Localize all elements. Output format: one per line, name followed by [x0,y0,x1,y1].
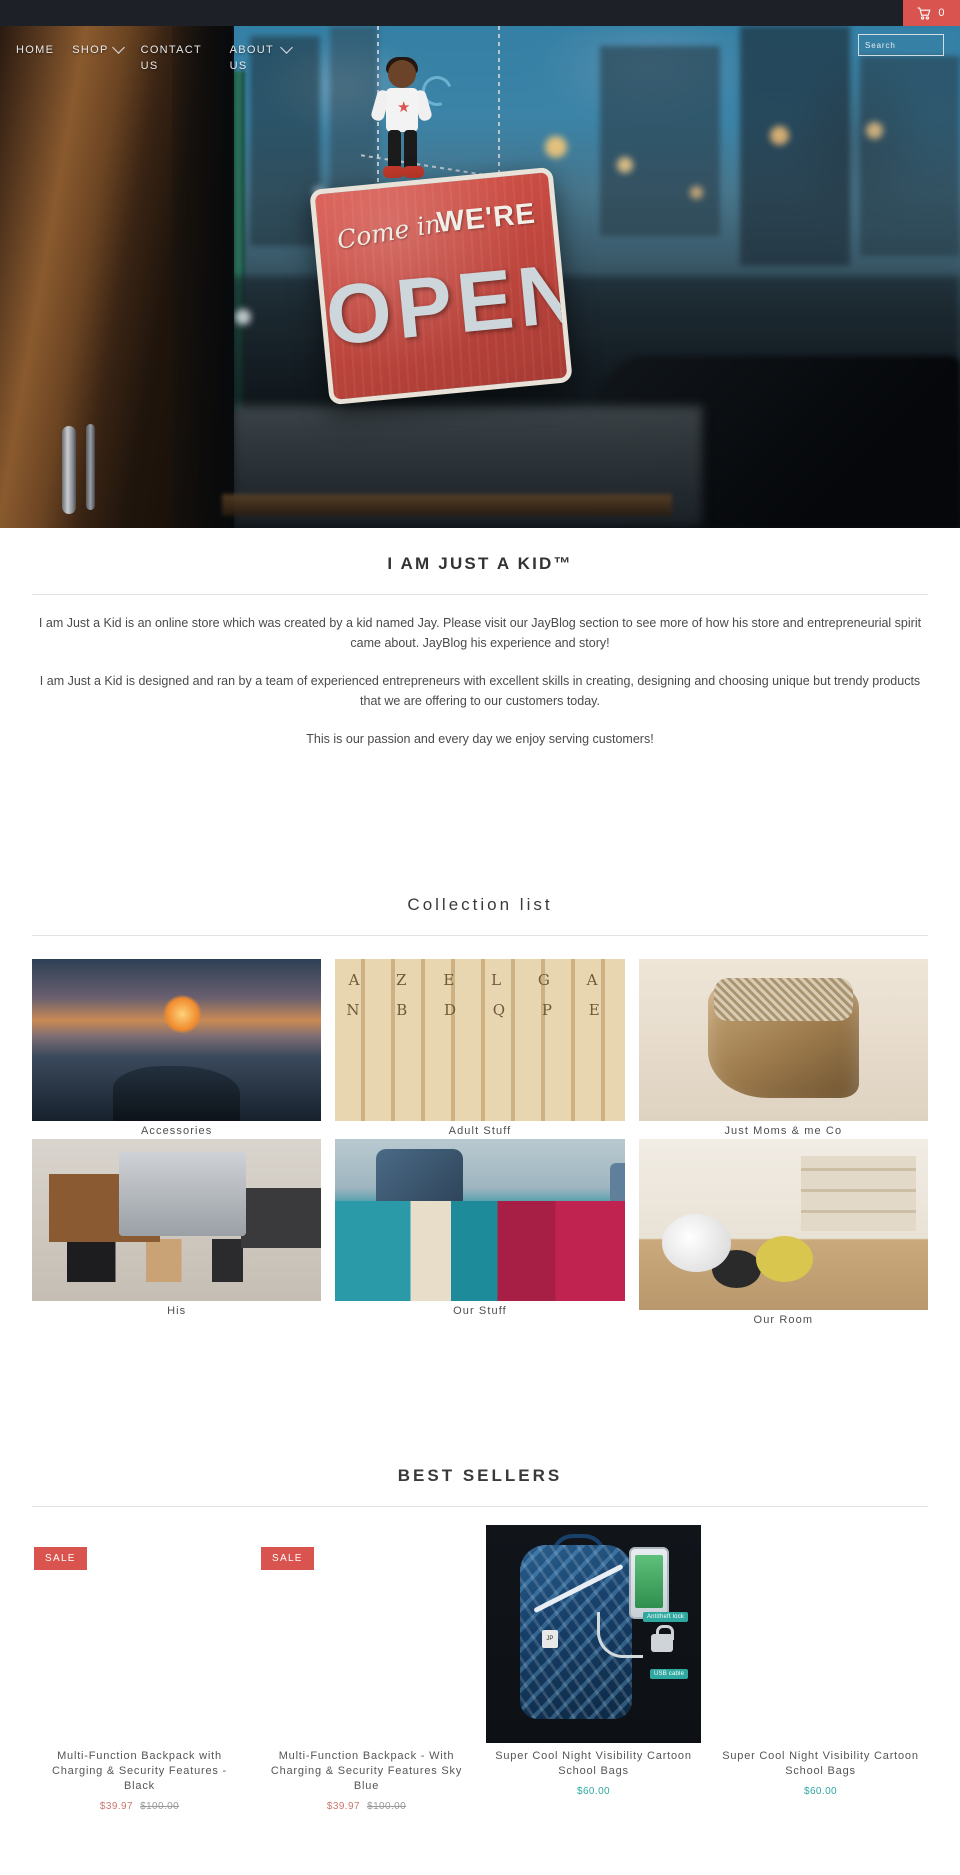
hero-window-sill [222,494,672,516]
product-media: SALE [259,1547,474,1743]
top-bar: 0 [0,0,960,26]
sign-open-text: OPEN [321,244,573,363]
nav-item-contact-us-label: CONTACT US [140,44,202,72]
kid-star-icon: ★ [397,99,411,116]
kid-leg-left [388,130,401,170]
product-price: $60.00 [713,1786,928,1797]
product-card[interactable]: Super Cool Night Visibility Cartoon Scho… [713,1547,928,1812]
nav-item-shop-label: SHOP [72,44,109,56]
about-section: I AM JUST A KID™ I am Just a Kid is an o… [0,528,960,749]
section-divider [32,935,928,936]
collection-card-our-stuff[interactable]: Our Stuff [335,1139,625,1328]
collection-list-section: Collection list Accessories Adult Stuff … [0,895,960,1328]
hero-bokeh-light [235,309,251,325]
product-card[interactable]: SALE Multi-Function Backpack - With Char… [259,1547,474,1812]
product-sale-price: $39.97 [99,1801,133,1812]
product-compare-price: $100.00 [140,1801,180,1812]
nav-item-about-us[interactable]: ABOUT US [230,38,302,78]
collection-image-adult-stuff [335,959,625,1121]
product-price: $39.97 $100.00 [32,1801,247,1812]
product-card[interactable]: JP Antitheft lock USB cable Super Cool N… [486,1525,701,1812]
collection-card-adult-stuff[interactable]: Adult Stuff [335,959,625,1139]
hero-banner: ★ Come in WE'RE OPEN [0,26,960,528]
antitheft-lock-label: Antitheft lock [642,1612,689,1623]
hero-bokeh-light [617,157,633,173]
chevron-down-icon [111,41,125,54]
sale-badge: SALE [34,1547,87,1570]
kid-leg-right [404,130,417,170]
nav-links: HOME SHOP CONTACT US ABOUT US [16,38,944,78]
nav-item-contact-us[interactable]: CONTACT US [141,38,201,78]
hero-door-frame [0,26,234,528]
best-sellers-section: BEST SELLERS SALE Multi-Function Backpac… [0,1466,960,1812]
product-media [713,1547,928,1743]
collection-image-our-room [638,1139,928,1310]
product-title: Multi-Function Backpack with Charging & … [51,1750,227,1792]
product-image-backpack: JP Antitheft lock USB cable [486,1525,701,1743]
search-input[interactable] [865,40,960,50]
hero-door-handle [62,426,76,514]
product-price: $39.97 $100.00 [259,1801,474,1812]
product-grid: SALE Multi-Function Backpack with Chargi… [0,1525,960,1812]
product-media: SALE [32,1547,247,1743]
main-navigation: HOME SHOP CONTACT US ABOUT US [0,26,960,86]
product-price: $60.00 [486,1786,701,1797]
section-divider [32,1506,928,1507]
nav-item-home[interactable]: HOME [16,38,65,62]
product-title: Super Cool Night Visibility Cartoon Scho… [495,1750,692,1777]
product-sale-price: $39.97 [326,1801,360,1812]
about-paragraph-2: I am Just a Kid is designed and ran by a… [39,674,921,708]
section-divider [32,594,928,595]
usb-cable-label: USB cable [649,1668,689,1679]
collection-image-his [32,1139,322,1301]
nav-item-home-label: HOME [16,44,55,56]
product-media: JP Antitheft lock USB cable [486,1525,701,1743]
cart-count: 0 [938,7,945,19]
collection-grid: Accessories Adult Stuff Just Moms & me C… [0,959,960,1328]
product-card[interactable]: SALE Multi-Function Backpack with Chargi… [32,1547,247,1812]
product-title: Multi-Function Backpack - With Charging … [270,1750,463,1792]
hero-bokeh-light [866,122,883,139]
hero-open-sign: Come in WE'RE OPEN [309,166,573,406]
sign-were-text: WE'RE [435,197,538,240]
product-title: Super Cool Night Visibility Cartoon Scho… [722,1750,919,1777]
about-paragraph-1: I am Just a Kid is an online store which… [38,616,922,650]
search-box[interactable] [858,34,960,56]
collection-card-accessories[interactable]: Accessories [32,959,322,1139]
product-sale-price: $60.00 [577,1786,610,1797]
hero-bokeh-light [690,186,703,199]
collection-image-just-moms-me-co [638,959,928,1121]
about-paragraph-3: This is our passion and every day we enj… [306,732,654,746]
collection-image-accessories [32,959,322,1121]
nav-item-about-us-label: ABOUT US [229,44,274,72]
backpack-tag: JP [541,1629,558,1648]
collection-card-our-room[interactable]: Our Room [638,1139,928,1328]
padlock-icon [651,1625,675,1652]
hero-bokeh-light [770,126,789,145]
collection-list-title: Collection list [407,895,553,914]
shopping-cart-icon [917,6,931,20]
product-compare-price: $100.00 [367,1801,407,1812]
phone-icon [628,1546,669,1619]
collection-image-our-stuff [335,1139,625,1301]
sale-badge: SALE [261,1547,314,1570]
product-sale-price: $60.00 [804,1786,837,1797]
hero-building [860,56,960,256]
cart-button[interactable]: 0 [903,0,960,26]
page-title: I AM JUST A KID™ [387,554,573,573]
hero-bokeh-light [545,136,567,158]
kid-shoe-left [383,166,404,178]
best-sellers-title: BEST SELLERS [397,1466,563,1485]
collection-card-his[interactable]: His [32,1139,322,1328]
nav-item-shop[interactable]: SHOP [72,38,133,62]
chevron-down-icon [279,41,293,54]
kid-shoe-right [403,166,424,178]
hero-photo-open-sign: ★ Come in WE'RE OPEN [0,26,960,528]
collection-card-just-moms-me-co[interactable]: Just Moms & me Co [638,959,928,1139]
hero-door-handle-secondary [86,424,95,510]
